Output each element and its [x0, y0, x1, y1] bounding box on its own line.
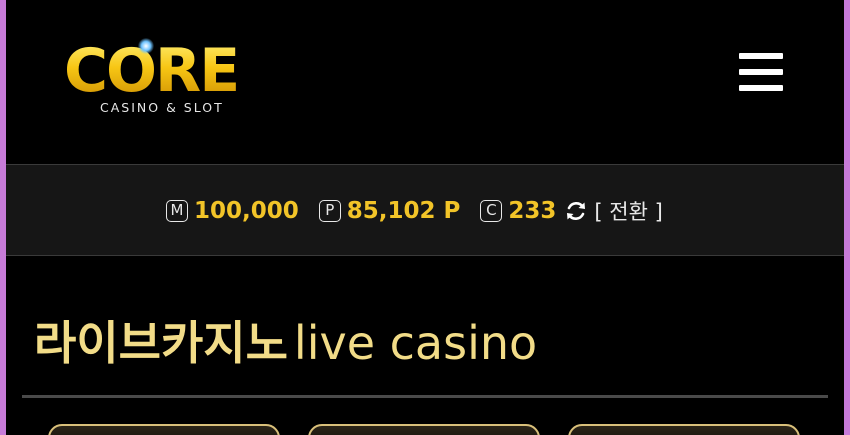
game-card[interactable] [308, 424, 540, 435]
point-icon: P [318, 200, 341, 222]
menu-icon[interactable] [739, 52, 783, 92]
menu-bar-bottom [739, 85, 783, 91]
menu-bar-top [739, 53, 783, 59]
menu-bar-middle [739, 69, 783, 75]
logo-subtitle: CASINO & SLOT [100, 100, 224, 115]
money-icon: M [166, 200, 188, 222]
brand-logo[interactable]: CORE CASINO & SLOT [64, 36, 284, 122]
section-divider [22, 395, 828, 398]
section-title: 라이브카지노 live casino [34, 313, 537, 373]
section-title-korean: 라이브카지노 [34, 316, 288, 370]
game-card[interactable] [48, 424, 280, 435]
point-balance: 85,102 P [346, 198, 461, 224]
game-card[interactable] [568, 424, 800, 435]
balance-row: M 100,000 P 85,102 P C 233 [ 전환 ] [166, 195, 663, 227]
coupon-icon: C [480, 200, 503, 222]
switch-button[interactable]: [ 전환 ] [594, 196, 662, 226]
refresh-icon[interactable] [564, 199, 588, 223]
money-balance: 100,000 [194, 198, 299, 224]
app-frame: CORE CASINO & SLOT M 100,000 P 85,102 P … [6, 0, 844, 435]
logo-glow-icon [138, 38, 154, 54]
balance-bar: M 100,000 P 85,102 P C 233 [ 전환 ] [6, 164, 844, 256]
coupon-balance: 233 [508, 198, 557, 224]
section-title-english: live casino [293, 316, 538, 370]
site-header: CORE CASINO & SLOT [6, 0, 844, 164]
